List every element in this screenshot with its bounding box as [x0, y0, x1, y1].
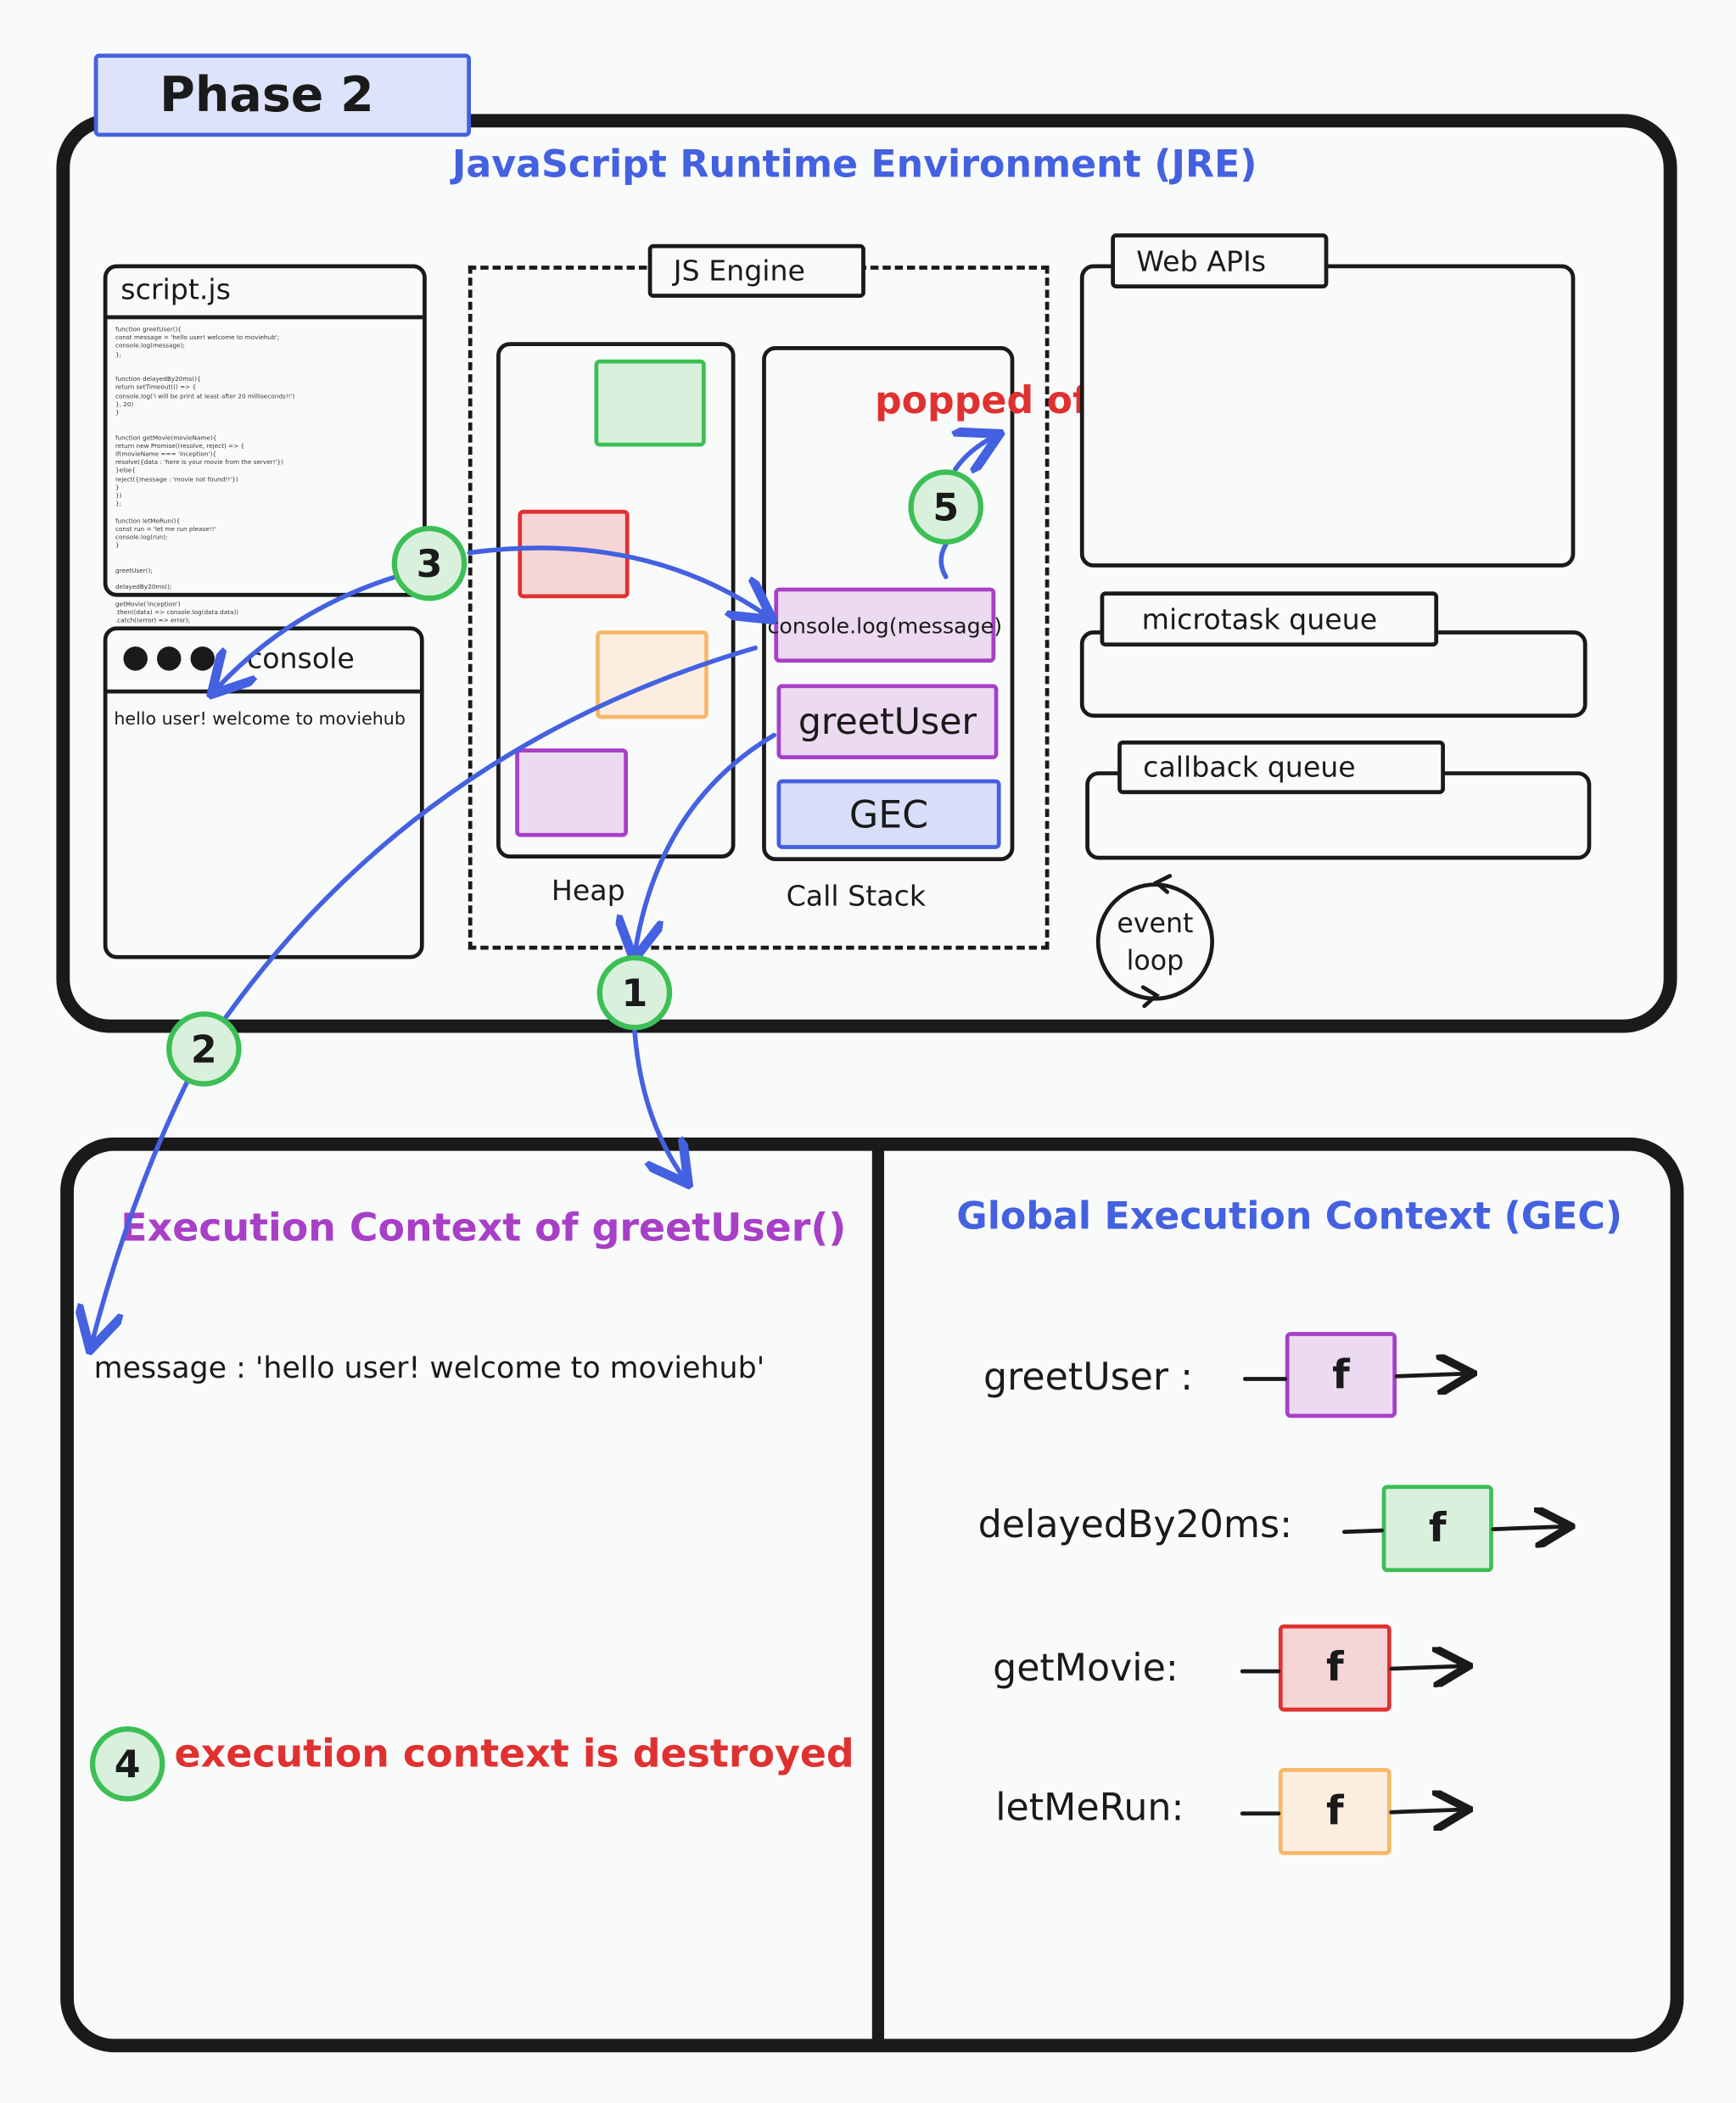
gec-arrow	[1491, 1526, 1567, 1529]
arrow-step-5-popped	[955, 436, 995, 470]
arrows-layer	[0, 0, 1736, 2103]
step-badge-2: 2	[166, 1011, 242, 1087]
diagram: Phase 2 JavaScript Runtime Environment (…	[0, 0, 1736, 2103]
arrow-step-1-to-stack	[635, 732, 777, 954]
gec-arrow	[1389, 1809, 1465, 1812]
arrow-step-5-from-stack	[938, 542, 949, 579]
gec-arrow	[1394, 1373, 1469, 1376]
step-badge-1: 1	[596, 954, 673, 1031]
arrow-step-3-to-stack	[467, 545, 769, 617]
event-loop-arrow-top	[1152, 874, 1173, 894]
gec-arrow	[1389, 1666, 1465, 1669]
arrow-step-3-to-console	[215, 574, 399, 691]
event-loop-arrow-bottom	[1140, 985, 1160, 1009]
step-badge-5: 5	[908, 469, 984, 545]
gec-line	[1341, 1528, 1385, 1535]
step-badge-4: 4	[89, 1726, 165, 1802]
step-badge-3: 3	[391, 525, 468, 601]
arrow-step-1-to-context	[632, 1027, 686, 1180]
